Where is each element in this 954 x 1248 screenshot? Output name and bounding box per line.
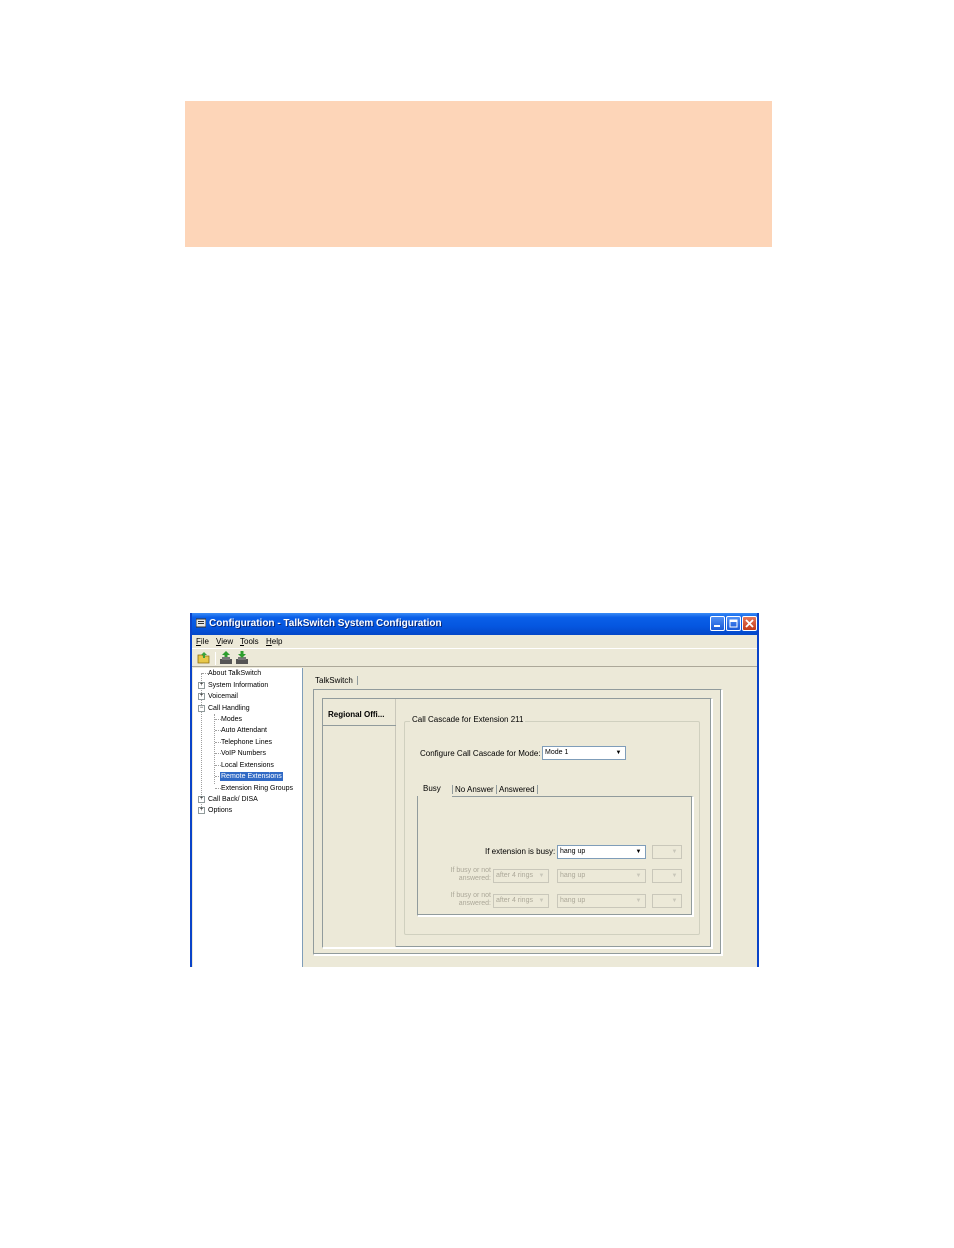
maximize-button[interactable] — [726, 616, 741, 631]
tab-no-answer[interactable]: No Answer — [452, 785, 494, 794]
minimize-icon — [714, 625, 720, 627]
expand-icon[interactable]: + — [198, 807, 205, 814]
row2-rings-value: after 4 rings — [496, 872, 533, 879]
chevron-down-icon: ▼ — [635, 898, 642, 904]
active-tab-join — [418, 795, 452, 797]
configuration-window: Configuration - TalkSwitch System Config… — [190, 613, 759, 967]
menu-file[interactable]: File — [196, 637, 209, 646]
mode-label: Configure Call Cascade for Mode: — [420, 749, 541, 758]
row2-action-value: hang up — [560, 872, 586, 879]
peach-banner — [185, 101, 772, 247]
open-icon[interactable] — [197, 651, 211, 665]
download-icon[interactable] — [235, 651, 249, 665]
collapse-icon[interactable]: − — [198, 705, 205, 712]
expand-icon[interactable]: + — [198, 682, 205, 689]
chevron-down-icon: ▼ — [635, 873, 642, 879]
tree-item-telephone-lines[interactable]: Telephone Lines — [221, 738, 272, 747]
row3-extra-select: ▼ — [652, 894, 682, 908]
chevron-down-icon: ▼ — [671, 898, 678, 904]
row3-rings-value: after 4 rings — [496, 897, 533, 904]
row3-label: If busy or not answered: — [450, 892, 491, 907]
expand-icon[interactable]: + — [198, 693, 205, 700]
tree-item-auto-attendant[interactable]: Auto Attendant — [221, 726, 267, 735]
menu-view[interactable]: View — [216, 637, 233, 646]
row2-label: If busy or not answered: — [450, 867, 491, 882]
chevron-down-icon: ▼ — [538, 898, 545, 904]
row3-action-select: hang up ▼ — [557, 894, 646, 908]
sidebar-list — [323, 699, 396, 947]
close-button[interactable] — [742, 616, 757, 631]
tree-item-system-information[interactable]: System Information — [208, 681, 268, 690]
tree-item-extension-ring-groups[interactable]: Extension Ring Groups — [221, 784, 293, 793]
row2-action-select: hang up ▼ — [557, 869, 646, 883]
toolbar — [192, 648, 757, 667]
tree-item-voip-numbers[interactable]: VoIP Numbers — [221, 749, 266, 758]
chevron-down-icon: ▼ — [615, 750, 622, 756]
busy-action-select[interactable]: hang up ▼ — [557, 845, 646, 859]
chevron-down-icon: ▼ — [538, 873, 545, 879]
tree-item-call-handling[interactable]: Call Handling — [208, 704, 250, 713]
menu-help[interactable]: Help — [266, 637, 282, 646]
tree-item-voicemail[interactable]: Voicemail — [208, 692, 238, 701]
minimize-button[interactable] — [710, 616, 725, 631]
tree-item-modes[interactable]: Modes — [221, 715, 242, 724]
tab-answered[interactable]: Answered — [496, 785, 538, 794]
close-icon — [745, 619, 754, 628]
tab-talkswitch[interactable]: TalkSwitch — [315, 676, 358, 685]
divider — [323, 725, 396, 726]
title-bar[interactable]: Configuration - TalkSwitch System Config… — [192, 613, 757, 635]
menu-bar: File View Tools Help — [192, 635, 757, 648]
expand-icon[interactable]: + — [198, 796, 205, 803]
upload-icon[interactable] — [219, 651, 233, 665]
tree-item-options[interactable]: Options — [208, 806, 232, 815]
tree-item-call-back-disa[interactable]: Call Back/ DISA — [208, 795, 258, 804]
tab-busy[interactable]: Busy — [423, 784, 441, 793]
row3-action-value: hang up — [560, 897, 586, 904]
content-area: TalkSwitch Regional Offi... Call Cascade… — [305, 668, 757, 967]
row2-rings-select: after 4 rings ▼ — [493, 869, 549, 883]
sidebar-item-regional-office[interactable]: Regional Offi... — [328, 710, 384, 719]
menu-tools[interactable]: Tools — [240, 637, 259, 646]
tree-item-remote-extensions[interactable]: Remote Extensions — [220, 772, 283, 781]
mode-select-value: Mode 1 — [545, 749, 569, 756]
app-icon — [196, 618, 206, 628]
chevron-down-icon: ▼ — [671, 873, 678, 879]
tree-connector — [214, 714, 215, 784]
group-title: Call Cascade for Extension 211 — [410, 715, 526, 724]
chevron-down-icon: ▼ — [671, 849, 678, 855]
tree-item-about[interactable]: About TalkSwitch — [208, 669, 261, 678]
row3-rings-select: after 4 rings ▼ — [493, 894, 549, 908]
busy-label: If extension is busy: — [485, 847, 556, 856]
toolbar-separator — [215, 652, 216, 665]
row2-extra-select: ▼ — [652, 869, 682, 883]
busy-action-value: hang up — [560, 848, 586, 855]
navigation-tree[interactable]: About TalkSwitch + System Information + … — [193, 668, 303, 967]
maximize-icon — [729, 619, 738, 628]
busy-extra-select: ▼ — [652, 845, 682, 859]
chevron-down-icon: ▼ — [635, 849, 642, 855]
tree-item-local-extensions[interactable]: Local Extensions — [221, 761, 274, 770]
window-title: Configuration - TalkSwitch System Config… — [209, 618, 442, 629]
mode-select[interactable]: Mode 1 ▼ — [542, 746, 626, 760]
